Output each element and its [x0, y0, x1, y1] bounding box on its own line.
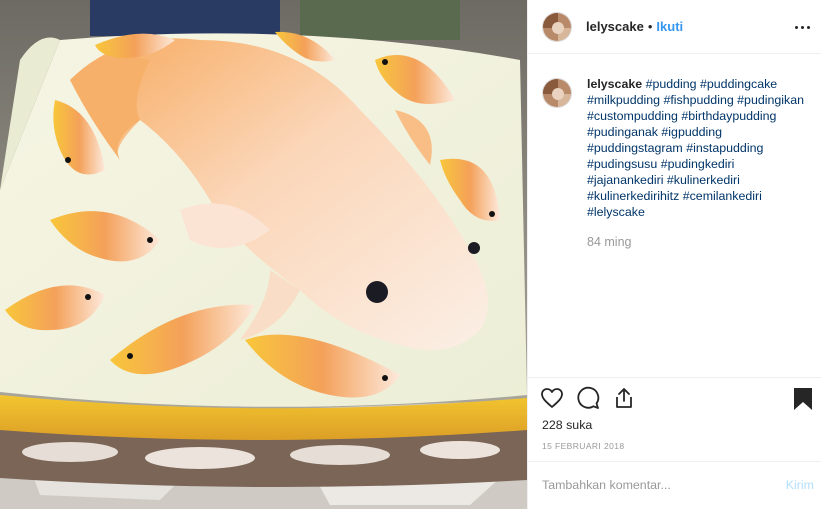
- bookmark-icon[interactable]: [792, 387, 814, 411]
- comment-bar: Kirim: [528, 461, 821, 509]
- caption: lelyscake #pudding #puddingcake #milkpud…: [542, 76, 812, 250]
- post-header: lelyscake • Ikuti: [528, 0, 821, 54]
- post-photo[interactable]: [0, 0, 527, 509]
- pudding-cake-image: [0, 0, 527, 509]
- share-icon[interactable]: [612, 386, 636, 410]
- comment-icon[interactable]: [576, 386, 600, 410]
- caption-hashtags[interactable]: #pudding #puddingcake #milkpudding #fish…: [587, 77, 804, 219]
- header-separator: •: [647, 19, 653, 34]
- action-icons: [540, 386, 636, 410]
- avatar-image: [543, 79, 571, 107]
- avatar-image: [543, 12, 571, 41]
- more-icon[interactable]: [792, 17, 812, 37]
- caption-username[interactable]: lelyscake: [587, 77, 642, 91]
- avatar[interactable]: [542, 11, 572, 42]
- post-side-panel: lelyscake • Ikuti lelyscake #pudding #pu…: [527, 0, 821, 509]
- follow-button[interactable]: Ikuti: [656, 19, 683, 34]
- post-date[interactable]: 15 FEBRUARI 2018: [542, 441, 624, 451]
- caption-avatar[interactable]: [542, 78, 572, 108]
- heart-icon[interactable]: [540, 386, 564, 410]
- caption-body: lelyscake #pudding #puddingcake #milkpud…: [587, 76, 807, 250]
- post-comment-button[interactable]: Kirim: [786, 478, 814, 492]
- username-link[interactable]: lelyscake: [586, 19, 644, 34]
- like-count[interactable]: 228 suka: [542, 418, 592, 432]
- comment-input[interactable]: [542, 474, 742, 496]
- post-time-ago[interactable]: 84 ming: [587, 234, 807, 250]
